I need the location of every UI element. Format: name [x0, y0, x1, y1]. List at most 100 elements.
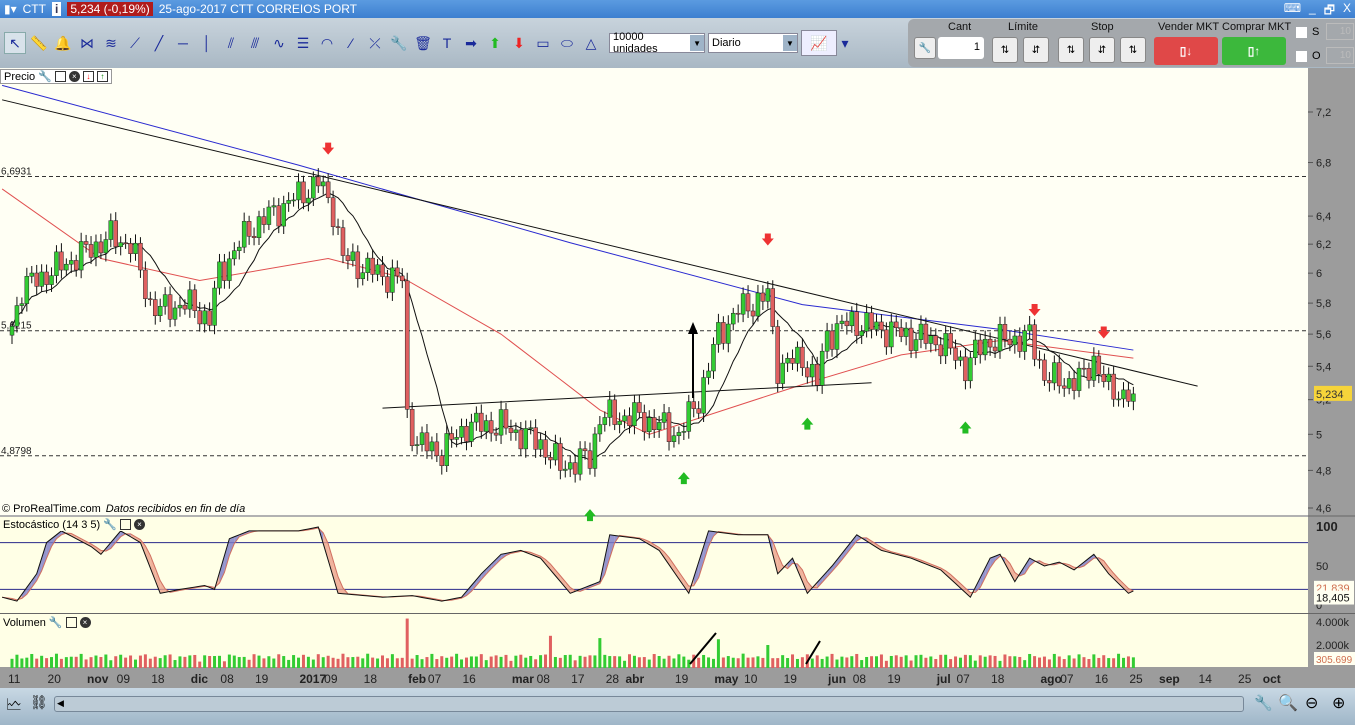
horizontal-line-icon[interactable]: ─ [172, 32, 194, 54]
candle-icon[interactable]: ▮▾ [4, 2, 17, 16]
candle [740, 293, 746, 315]
price-tick-label: 5,4 [1316, 361, 1331, 373]
point-icon[interactable]: ⁄ [340, 32, 362, 54]
volume-bar [1112, 658, 1116, 668]
price-tick-label: 5 [1316, 429, 1322, 441]
horizontal-scrollbar[interactable]: ◀ [54, 696, 1244, 712]
retracement-icon[interactable]: ☰ [292, 32, 314, 54]
zoom-in-icon[interactable]: ⊕ [1332, 693, 1345, 713]
candle [1057, 362, 1062, 387]
arrow-down-icon[interactable]: ⬇ [508, 32, 530, 54]
trash-icon[interactable]: 🗑 [412, 32, 434, 54]
arrow-right-icon[interactable]: ➡ [460, 32, 482, 54]
cross-icon[interactable]: ⤫ [364, 32, 386, 54]
limit-buy-button[interactable]: ⇅ [992, 37, 1018, 63]
volume-bar [1082, 657, 1086, 668]
volume-bar [603, 654, 607, 668]
candle [316, 176, 321, 187]
stochastic-panel-header: Estocástico (14 3 5) 🔧 × [0, 518, 148, 531]
stop-limit-button[interactable]: ⇅ [1120, 37, 1146, 63]
maximize-icon[interactable] [65, 617, 77, 628]
s-checkbox[interactable] [1296, 27, 1307, 38]
o-checkbox[interactable] [1296, 51, 1307, 62]
stop-buy-button[interactable]: ⇅ [1058, 37, 1084, 63]
sell-market-button[interactable]: ▯↓ [1154, 37, 1218, 65]
quantity-select[interactable]: 10000 unidades ▼ [609, 31, 705, 55]
fan-icon[interactable]: ⋈ [76, 32, 98, 54]
volume-bar [484, 660, 488, 668]
volume-bar [529, 655, 533, 668]
candle [157, 306, 163, 316]
arrow-down-icon[interactable]: ↓ [82, 71, 94, 82]
rectangle-icon[interactable]: ▭ [532, 32, 554, 54]
candle [212, 287, 217, 326]
indicators-icon[interactable]: 📈 [801, 30, 837, 56]
volume-bar [1072, 658, 1076, 668]
wrench-icon[interactable]: 🔧 [49, 616, 63, 629]
o-input[interactable]: 10 [1326, 47, 1354, 64]
volume-bar [781, 655, 785, 668]
triangle-icon[interactable]: △ [580, 32, 602, 54]
candle [419, 432, 425, 445]
candle [1007, 338, 1013, 346]
close-icon[interactable]: × [79, 617, 91, 628]
scroll-left-icon[interactable]: ◀ [57, 698, 64, 709]
candle [325, 181, 331, 198]
arc-icon[interactable]: ◠ [316, 32, 338, 54]
candle [898, 327, 904, 337]
zoom-fit-icon[interactable]: 🔍 [1278, 693, 1298, 713]
export-icon[interactable]: 🗠 [6, 694, 22, 721]
text-icon[interactable]: T [436, 32, 458, 54]
wrench-icon[interactable]: 🔧 [914, 37, 936, 59]
alarm-bell-icon[interactable]: 🔔 [52, 32, 74, 54]
fibonacci-icon[interactable]: ⫻ [244, 32, 266, 54]
period-select[interactable]: Diario ▼ [708, 33, 798, 53]
wrench-icon[interactable]: 🔧 [103, 518, 117, 531]
wrench-icon[interactable]: 🔧 [388, 32, 410, 54]
cursor-icon[interactable]: ↖ [4, 32, 26, 54]
close-icon[interactable]: × [68, 71, 80, 82]
arrow-up-icon[interactable]: ⬆ [484, 32, 506, 54]
settings-icon[interactable]: 🔧 [1254, 694, 1273, 712]
candle [395, 267, 400, 277]
wave-icon[interactable]: ∿ [268, 32, 290, 54]
info-icon[interactable]: i [51, 2, 62, 16]
candle [83, 241, 89, 245]
arrow-up-icon[interactable]: ↑ [96, 71, 108, 82]
candle [143, 269, 148, 299]
volume-bar [558, 657, 562, 668]
candle [404, 280, 410, 410]
chevron-down-icon[interactable]: ▾ [840, 32, 850, 54]
candle [790, 358, 795, 364]
vertical-line-icon[interactable]: │ [196, 32, 218, 54]
ruler-icon[interactable]: 📏 [28, 32, 50, 54]
symbol[interactable]: CTT [23, 2, 46, 16]
stop-sell-button[interactable]: ⇵ [1089, 37, 1115, 63]
limit-sell-button[interactable]: ⇵ [1023, 37, 1049, 63]
buy-market-button[interactable]: ▯↑ [1222, 37, 1286, 65]
zoom-out-icon[interactable]: ⊖ [1305, 693, 1318, 713]
volume-bar [944, 654, 948, 668]
volume-last-value: 305.699 [1316, 655, 1353, 666]
s-input[interactable]: 10 [1326, 23, 1354, 40]
parallel-icon[interactable]: ⫽ [220, 32, 242, 54]
link-icon[interactable]: ⛓ [30, 694, 48, 711]
candle [849, 311, 855, 327]
volume-bar [163, 655, 167, 668]
maximize-icon[interactable] [119, 519, 131, 530]
channel-icon[interactable]: ≋ [100, 32, 122, 54]
candle [14, 305, 20, 327]
volume-bar [875, 656, 878, 668]
close-icon[interactable]: × [133, 519, 145, 530]
quantity-input[interactable]: 1 [938, 37, 984, 59]
line-icon[interactable]: ╱ [148, 32, 170, 54]
candle [543, 439, 548, 458]
ellipse-icon[interactable]: ⬭ [556, 32, 578, 54]
maximize-icon[interactable] [54, 71, 66, 82]
price-chart[interactable]: 7,26,86,46,265,85,65,45,254,84,66,69315,… [0, 68, 1355, 688]
candle [666, 412, 672, 442]
volume-bar [1003, 654, 1007, 668]
segment-icon[interactable]: ⟋ [124, 32, 146, 54]
candle [469, 421, 474, 442]
wrench-icon[interactable]: 🔧 [38, 70, 52, 83]
